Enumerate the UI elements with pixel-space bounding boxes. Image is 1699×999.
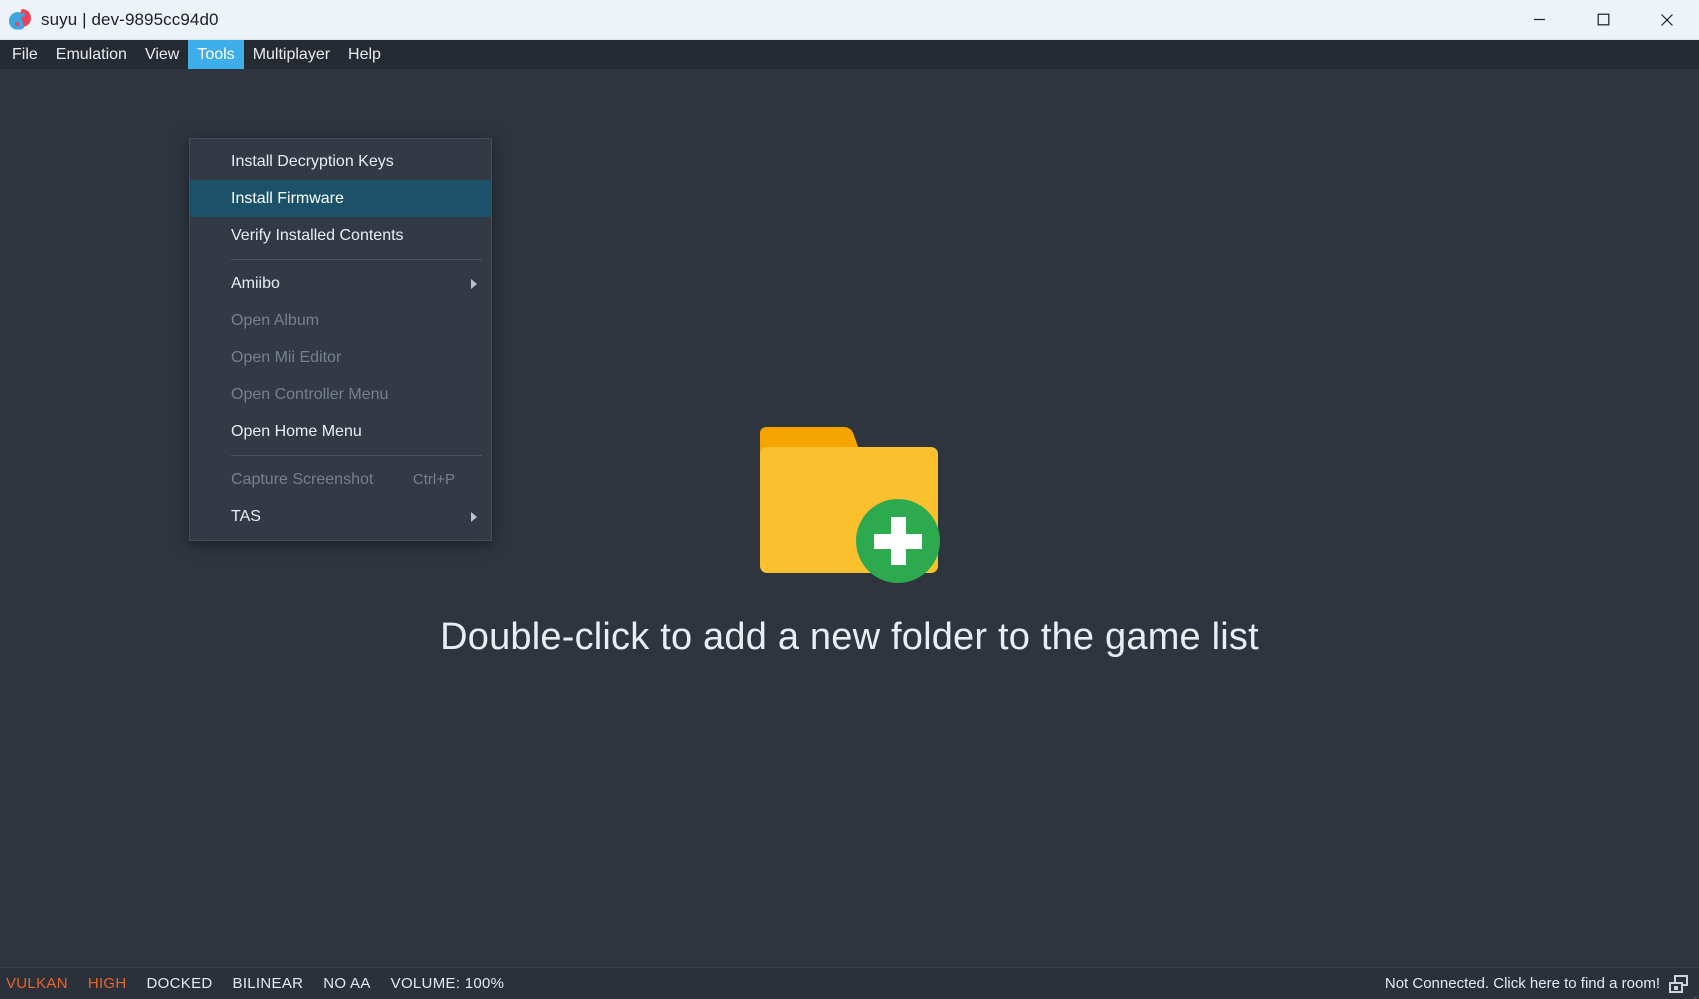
title-bar: suyu | dev-9895cc94d0 (0, 0, 1699, 40)
plus-badge-icon (856, 499, 941, 583)
menu-bar: File Emulation View Tools Multiplayer He… (0, 40, 1699, 69)
menubar-item-tools[interactable]: Tools (188, 40, 244, 69)
menu-item-label: Open Controller Menu (231, 385, 389, 403)
chevron-right-icon (471, 278, 477, 289)
menu-item-label: Capture Screenshot (231, 470, 374, 488)
menu-separator (231, 259, 482, 260)
status-bar-left: VULKAN HIGH DOCKED BILINEAR NO AA VOLUME… (6, 975, 504, 992)
menubar-item-help[interactable]: Help (339, 40, 390, 69)
resize-grip[interactable] (1684, 984, 1697, 999)
application-window: suyu | dev-9895cc94d0 File Emulation Vie… (0, 0, 1699, 999)
menu-item-shortcut: Ctrl+P (412, 471, 455, 488)
menu-item-label: Install Firmware (231, 189, 344, 207)
menubar-item-view[interactable]: View (136, 40, 188, 69)
menu-item-label: TAS (231, 507, 261, 525)
menu-item-label: Open Mii Editor (231, 348, 342, 366)
menu-item-open-controller-menu: Open Controller Menu (190, 376, 491, 413)
status-bar: VULKAN HIGH DOCKED BILINEAR NO AA VOLUME… (0, 967, 1699, 999)
status-antialiasing[interactable]: NO AA (323, 975, 370, 992)
menu-item-label: Install Decryption Keys (231, 152, 394, 170)
status-bar-network[interactable]: Not Connected. Click here to find a room… (1384, 974, 1689, 993)
status-renderer[interactable]: VULKAN (6, 975, 68, 992)
minimize-button[interactable] (1507, 0, 1571, 40)
menu-item-label: Open Home Menu (231, 422, 362, 440)
menu-item-label: Amiibo (231, 274, 280, 292)
empty-state-message: Double-click to add a new folder to the … (440, 616, 1259, 658)
menu-item-install-firmware[interactable]: Install Firmware (190, 180, 491, 217)
tools-dropdown-menu: Install Decryption Keys Install Firmware… (189, 138, 492, 541)
status-accuracy[interactable]: HIGH (88, 975, 127, 992)
maximize-button[interactable] (1571, 0, 1635, 40)
close-button[interactable] (1635, 0, 1699, 40)
menu-item-open-album: Open Album (190, 302, 491, 339)
title-bar-left: suyu | dev-9895cc94d0 (0, 8, 219, 32)
window-controls (1507, 0, 1699, 40)
menu-item-label: Open Album (231, 311, 320, 329)
network-status-label: Not Connected. Click here to find a room… (1384, 975, 1660, 992)
status-volume[interactable]: VOLUME: 100% (391, 975, 505, 992)
menubar-item-emulation[interactable]: Emulation (47, 40, 136, 69)
menu-item-verify-installed-contents[interactable]: Verify Installed Contents (190, 217, 491, 254)
menubar-item-file[interactable]: File (3, 40, 47, 69)
menu-item-capture-screenshot: Capture Screenshot Ctrl+P (190, 461, 491, 498)
window-title: suyu | dev-9895cc94d0 (41, 9, 219, 29)
status-dock-mode[interactable]: DOCKED (147, 975, 213, 992)
menu-item-install-decryption-keys[interactable]: Install Decryption Keys (190, 143, 491, 180)
menu-item-label: Verify Installed Contents (231, 226, 404, 244)
suyu-yin-yang-logo-icon (8, 8, 32, 32)
status-filter[interactable]: BILINEAR (233, 975, 304, 992)
menu-item-amiibo[interactable]: Amiibo (190, 265, 491, 302)
menu-item-open-home-menu[interactable]: Open Home Menu (190, 413, 491, 450)
menubar-item-multiplayer[interactable]: Multiplayer (244, 40, 339, 69)
game-list-empty-area[interactable]: Double-click to add a new folder to the … (0, 69, 1699, 967)
menu-separator (231, 455, 482, 456)
add-folder-icon (760, 427, 941, 583)
empty-state: Double-click to add a new folder to the … (440, 427, 1259, 659)
menu-item-tas[interactable]: TAS (190, 498, 491, 535)
menu-item-open-mii-editor: Open Mii Editor (190, 339, 491, 376)
chevron-right-icon (471, 511, 477, 522)
